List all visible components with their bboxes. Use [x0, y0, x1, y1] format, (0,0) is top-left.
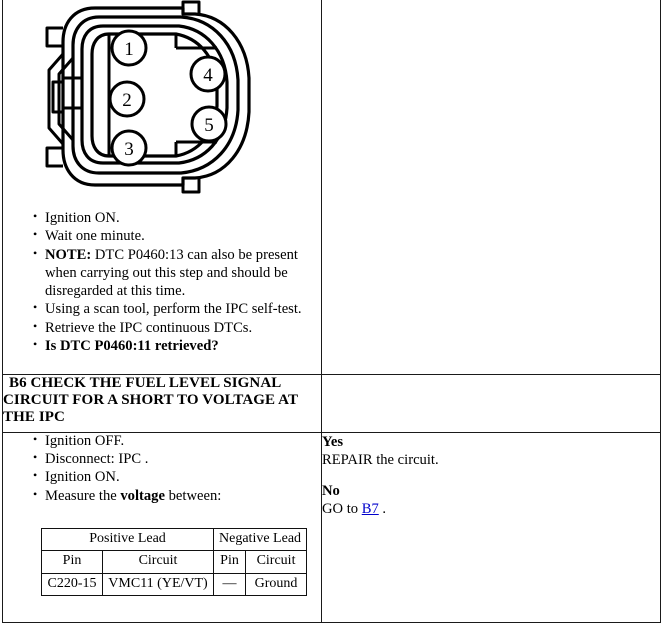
column-header-pin-positive: Pin [41, 550, 103, 574]
step-text: Ignition ON. [45, 210, 120, 226]
link-b7[interactable]: B7 [362, 501, 379, 517]
list-item: Ignition ON. [33, 468, 311, 487]
goto-suffix: . [378, 501, 387, 518]
page-title: B6 CHECK THE FUEL LEVEL SIGNAL CIRCUIT F… [3, 374, 298, 426]
list-item: Retrieve the IPC continuous DTCs. [33, 319, 311, 338]
step-b6-result-cell: Yes REPAIR the circuit. No GO to B7 . [321, 431, 661, 623]
step-b5-detail-cell: 1 2 3 4 5 Ignition ON. Wait one minute. … [2, 0, 322, 375]
result-no-block: No GO to B7 . [322, 482, 660, 518]
step-text: Using a scan tool, perform the IPC self-… [45, 301, 302, 318]
step-text: Wait one minute. [45, 228, 145, 245]
list-item: Wait one minute. [33, 227, 311, 246]
table-row: C220-15 VMC11 (YE/VT) — Ground [41, 572, 308, 596]
step-b5-result-cell [321, 0, 661, 375]
measure-prefix: Measure the [45, 487, 121, 504]
result-yes-action: REPAIR the circuit. [322, 451, 439, 468]
list-item: Disconnect: IPC . [33, 450, 311, 469]
table-row-header: Pin Circuit Pin Circuit [41, 550, 308, 574]
step-text: Ignition OFF. [45, 432, 125, 449]
column-header-circuit-negative: Circuit [245, 550, 308, 574]
connector-pinout-svg: 1 2 3 4 5 [45, 0, 251, 194]
diagnostic-procedure-table: 1 2 3 4 5 Ignition ON. Wait one minute. … [2, 0, 661, 623]
result-spacer [322, 469, 660, 482]
pin-label-1: 1 [124, 39, 134, 60]
list-item: Ignition ON. [33, 209, 311, 228]
cell-circuit-positive: VMC11 (YE/VT) [101, 572, 215, 596]
column-header-circuit-positive: Circuit [101, 550, 215, 574]
list-item: NOTE: DTC P0460:13 can also be present w… [33, 246, 311, 301]
step-text: Retrieve the IPC continuous DTCs. [45, 319, 253, 336]
cell-circuit-negative: Ground [245, 572, 308, 596]
measure-quantity: voltage [120, 487, 165, 504]
decision-question: Is DTC P0460:11 retrieved? [45, 338, 219, 355]
pin-label-5: 5 [204, 115, 214, 136]
step-b6-heading-result-cell [321, 373, 661, 433]
step-b6-body-row: Ignition OFF. Disconnect: IPC . Ignition… [2, 431, 661, 623]
lead-table-wrap: Positive Lead Negative Lead Pin Circuit … [3, 506, 321, 596]
list-item: Measure the voltage between: [33, 487, 311, 506]
step-b6-heading-row: B6 CHECK THE FUEL LEVEL SIGNAL CIRCUIT F… [2, 373, 661, 433]
list-item: Ignition OFF. [33, 432, 311, 451]
goto-prefix: GO to [322, 501, 362, 518]
step-text: Ignition ON. [45, 469, 120, 486]
step-b6-detail-cell: Ignition OFF. Disconnect: IPC . Ignition… [2, 431, 322, 623]
note-label: NOTE: [45, 246, 92, 263]
result-no-label: No [322, 482, 340, 499]
list-item: Is DTC P0460:11 retrieved? [33, 337, 311, 356]
column-header-pin-negative: Pin [213, 550, 247, 574]
measurement-lead-table: Positive Lead Negative Lead Pin Circuit … [40, 528, 308, 596]
step-b5-list: Ignition ON. Wait one minute. NOTE: DTC … [3, 209, 321, 356]
column-header-positive-lead: Positive Lead [40, 528, 215, 552]
result-no-action: GO to B7 . [322, 500, 660, 518]
measure-suffix: between: [164, 487, 222, 504]
result-yes-block: Yes REPAIR the circuit. [322, 433, 660, 469]
step-b6-heading-cell: B6 CHECK THE FUEL LEVEL SIGNAL CIRCUIT F… [2, 373, 322, 433]
step-text: Disconnect: IPC . [45, 450, 149, 467]
cell-pin-positive: C220-15 [41, 572, 103, 596]
column-header-negative-lead: Negative Lead [213, 528, 308, 552]
step-b6-list: Ignition OFF. Disconnect: IPC . Ignition… [3, 432, 321, 506]
cell-pin-negative: — [213, 572, 247, 596]
table-row-group-header: Positive Lead Negative Lead [40, 528, 308, 552]
pin-label-3: 3 [124, 139, 134, 160]
result-yes-label: Yes [322, 433, 344, 450]
list-item: Using a scan tool, perform the IPC self-… [33, 300, 311, 319]
step-b5-row: 1 2 3 4 5 Ignition ON. Wait one minute. … [2, 0, 661, 375]
connector-diagram: 1 2 3 4 5 [3, 0, 321, 210]
pin-label-4: 4 [203, 65, 213, 86]
pin-label-2: 2 [122, 90, 132, 111]
